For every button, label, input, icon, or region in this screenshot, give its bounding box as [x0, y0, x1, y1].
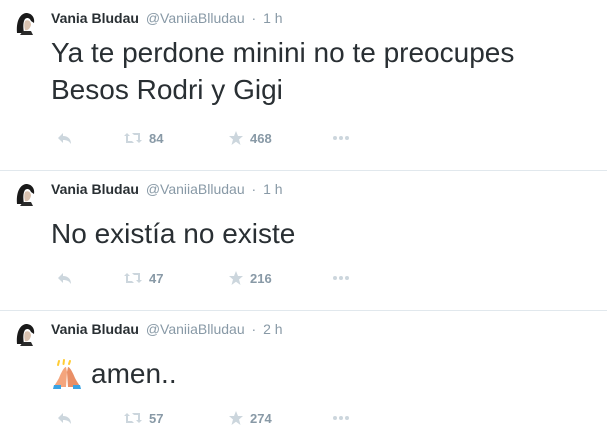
retweet-button[interactable]: 47: [123, 269, 163, 287]
star-icon: [228, 270, 244, 286]
favorite-button[interactable]: 216: [228, 269, 272, 287]
tweet-text-content: amen..: [91, 358, 177, 389]
author-name[interactable]: Vania Bludau: [51, 321, 139, 337]
more-icon: [332, 415, 350, 421]
reply-button[interactable]: [57, 269, 73, 287]
star-icon: [228, 410, 244, 426]
author-handle[interactable]: @VaniiaBlludau: [146, 321, 245, 337]
more-icon: [332, 275, 350, 281]
author-handle[interactable]: @VaniiaBlludau: [146, 10, 245, 26]
timestamp[interactable]: 2 h: [263, 321, 282, 337]
retweet-icon: [123, 411, 143, 425]
retweet-count: 84: [149, 130, 164, 146]
avatar[interactable]: [11, 180, 39, 208]
retweet-button[interactable]: 57: [123, 409, 163, 427]
author-handle[interactable]: @VaniiaBlludau: [146, 181, 245, 197]
more-button[interactable]: [332, 409, 350, 427]
more-icon: [332, 135, 350, 141]
retweet-icon: [123, 131, 143, 145]
separator: ·: [251, 321, 257, 337]
tweet-text: amen..: [51, 355, 177, 392]
favorite-button[interactable]: 468: [228, 129, 272, 147]
timestamp[interactable]: 1 h: [263, 10, 282, 26]
reply-button[interactable]: [57, 129, 73, 147]
star-icon: [228, 130, 244, 146]
tweet[interactable]: Vania Bludau @VaniiaBlludau · 2 h amen..: [0, 311, 607, 430]
tweet-text: No existía no existe: [51, 218, 296, 249]
reply-icon: [57, 271, 73, 285]
tweet-header: Vania Bludau @VaniiaBlludau · 1 h: [51, 9, 283, 27]
tweet-header: Vania Bludau @VaniiaBlludau · 1 h: [51, 180, 283, 198]
folded-hands-emoji: [51, 358, 83, 390]
more-button[interactable]: [332, 129, 350, 147]
reply-icon: [57, 411, 73, 425]
retweet-count: 57: [149, 410, 164, 426]
timestamp[interactable]: 1 h: [263, 181, 282, 197]
avatar[interactable]: [11, 320, 39, 348]
author-name[interactable]: Vania Bludau: [51, 181, 139, 197]
avatar[interactable]: [11, 9, 39, 37]
favorite-button[interactable]: 274: [228, 409, 272, 427]
retweet-icon: [123, 271, 143, 285]
retweet-button[interactable]: 84: [123, 129, 163, 147]
tweet-text-line: Besos Rodri y Gigi: [51, 74, 283, 105]
separator: ·: [251, 10, 257, 26]
more-button[interactable]: [332, 269, 350, 287]
retweet-count: 47: [149, 270, 164, 286]
reply-icon: [57, 131, 73, 145]
tweet-text: Ya te perdone minini no te preocupes Bes…: [51, 34, 514, 108]
reply-button[interactable]: [57, 409, 73, 427]
tweet-text-line: Ya te perdone minini no te preocupes: [51, 37, 515, 68]
tweet[interactable]: Vania Bludau @VaniiaBlludau · 1 h Ya te …: [0, 0, 607, 171]
favorite-count: 274: [250, 410, 272, 426]
favorite-count: 468: [250, 130, 272, 146]
tweet-feed: Vania Bludau @VaniiaBlludau · 1 h Ya te …: [0, 0, 607, 430]
tweet-header: Vania Bludau @VaniiaBlludau · 2 h: [51, 320, 283, 338]
separator: ·: [251, 181, 257, 197]
favorite-count: 216: [250, 270, 272, 286]
tweet[interactable]: Vania Bludau @VaniiaBlludau · 1 h No exi…: [0, 171, 607, 311]
author-name[interactable]: Vania Bludau: [51, 10, 139, 26]
